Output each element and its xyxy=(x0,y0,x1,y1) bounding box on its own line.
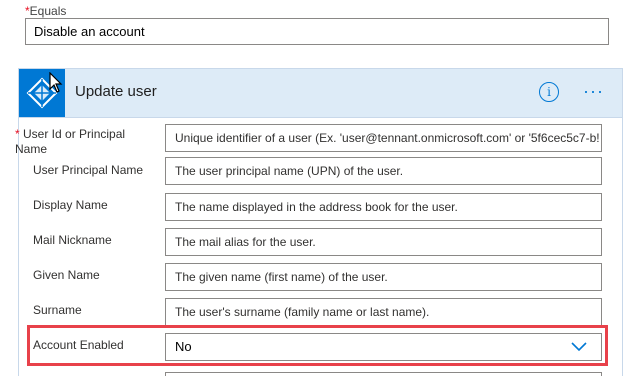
more-options-icon[interactable]: ··· xyxy=(583,81,604,101)
display-name-field[interactable]: The name displayed in the address book f… xyxy=(165,193,602,221)
given-name-field[interactable]: The given name (first name) of the user. xyxy=(165,263,602,291)
account-enabled-highlight xyxy=(27,325,608,366)
equals-label: *Equals xyxy=(25,4,66,18)
user-id-field[interactable]: Unique identifier of a user (Ex. 'user@t… xyxy=(165,124,602,152)
given-name-label: Given Name xyxy=(33,268,100,282)
display-name-label: Display Name xyxy=(33,198,108,212)
surname-field[interactable]: The user's surname (family name or last … xyxy=(165,298,602,326)
surname-label: Surname xyxy=(33,303,82,317)
action-header[interactable]: Update user i ··· xyxy=(19,69,622,118)
mail-nickname-field[interactable]: The mail alias for the user. xyxy=(165,228,602,256)
mail-nickname-label: Mail Nickname xyxy=(33,233,112,247)
flow-designer-canvas: *Equals Disable an account Update user i… xyxy=(0,0,633,376)
equals-label-text: Equals xyxy=(29,4,67,18)
next-field-partial[interactable] xyxy=(165,372,602,376)
equals-value-input[interactable]: Disable an account xyxy=(25,18,609,45)
action-title: Update user xyxy=(75,83,157,100)
upn-label: User Principal Name xyxy=(33,163,144,177)
info-icon[interactable]: i xyxy=(539,82,559,102)
mouse-cursor-icon xyxy=(49,72,63,93)
required-marker: * xyxy=(15,127,20,141)
upn-field[interactable]: The user principal name (UPN) of the use… xyxy=(165,157,602,185)
user-id-label-text: User Id or Principal Name xyxy=(15,127,126,156)
user-id-label: * User Id or Principal Name xyxy=(15,127,143,157)
